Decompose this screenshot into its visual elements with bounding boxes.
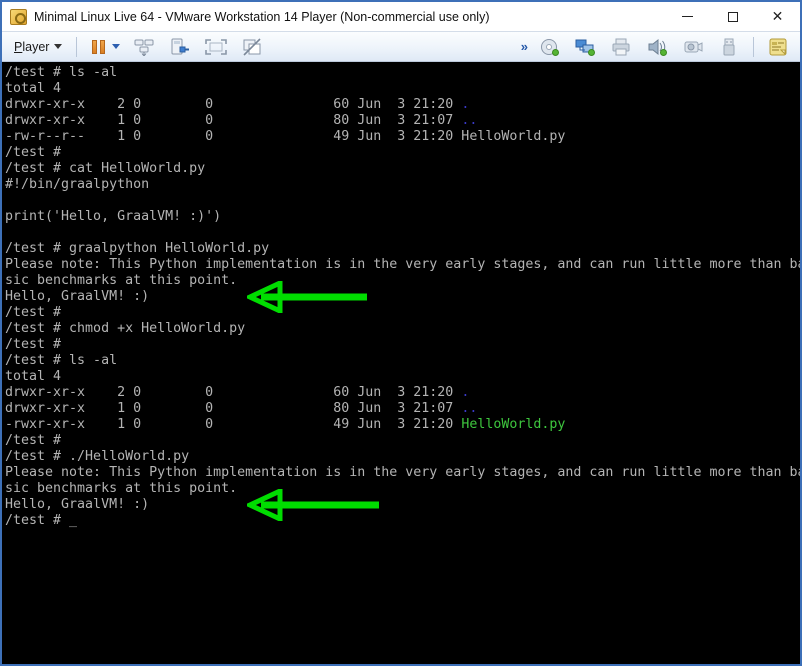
library-panel-icon (769, 38, 787, 56)
vmware-app-icon (10, 9, 27, 25)
pause-icon (92, 40, 97, 54)
usb-device-button[interactable] (716, 35, 742, 59)
maximize-icon (728, 12, 738, 22)
connected-status-dot (588, 49, 595, 56)
connected-status-dot (552, 49, 559, 56)
maximize-button[interactable] (710, 2, 755, 31)
library-panel-button[interactable] (765, 35, 791, 59)
close-button[interactable]: ✕ (755, 2, 800, 31)
send-ctrl-alt-del-icon (134, 38, 154, 56)
connect-device-icon (170, 38, 190, 56)
expand-toolbar-icon[interactable]: » (521, 39, 527, 54)
chevron-down-icon (54, 44, 62, 49)
usb-device-icon (722, 38, 736, 56)
toolbar-separator (753, 37, 754, 57)
connected-status-dot (660, 49, 667, 56)
suspend-dropdown-icon[interactable] (112, 44, 120, 49)
close-icon: ✕ (772, 10, 784, 24)
terminal-text: /test # ls -altotal 4drwxr-xr-x 2 0 0 60… (2, 62, 800, 529)
sound-button[interactable] (644, 35, 670, 59)
player-menu-button[interactable]: Player (6, 35, 70, 59)
vm-console-screen[interactable]: /test # ls -altotal 4drwxr-xr-x 2 0 0 60… (2, 62, 800, 664)
full-screen-button[interactable] (203, 35, 229, 59)
full-screen-icon (205, 39, 227, 55)
printer-icon (611, 38, 631, 56)
network-adapter-button[interactable] (572, 35, 598, 59)
webcam-icon (683, 38, 703, 56)
unity-mode-button[interactable] (239, 35, 265, 59)
send-ctrl-alt-del-button[interactable] (131, 35, 157, 59)
vmware-player-window: Minimal Linux Live 64 - VMware Workstati… (0, 0, 802, 666)
minimize-button[interactable] (665, 2, 710, 31)
player-menu-label: Player (14, 40, 49, 54)
toolbar-separator (76, 37, 77, 57)
minimize-icon (682, 16, 693, 17)
window-title: Minimal Linux Live 64 - VMware Workstati… (34, 10, 665, 24)
cd-dvd-button[interactable] (536, 35, 562, 59)
webcam-button[interactable] (680, 35, 706, 59)
suspend-button[interactable] (89, 37, 108, 57)
unity-mode-icon (242, 38, 262, 56)
printer-button[interactable] (608, 35, 634, 59)
toolbar: Player (2, 31, 800, 62)
connect-device-button[interactable] (167, 35, 193, 59)
titlebar: Minimal Linux Live 64 - VMware Workstati… (2, 2, 800, 31)
